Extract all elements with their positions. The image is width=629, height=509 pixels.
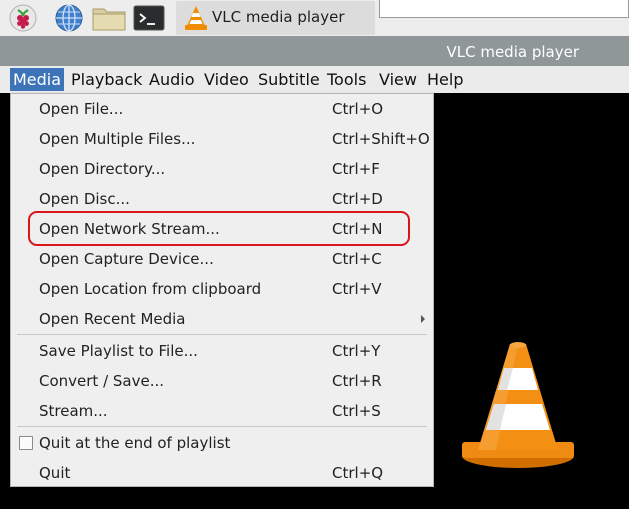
menu-item-label: Open Location from clipboard [39, 280, 262, 298]
taskbar: VLC media player [0, 0, 629, 36]
menu-item-label: Open Disc... [39, 190, 130, 208]
menu-item-open-location-from-clipboard[interactable]: Open Location from clipboard Ctrl+V [11, 274, 433, 304]
file-manager-folder-icon[interactable] [92, 4, 126, 32]
menu-item-label: Convert / Save... [39, 372, 165, 390]
menu-item-stream[interactable]: Stream... Ctrl+S [11, 396, 433, 426]
menu-item-label: Open Directory... [39, 160, 166, 178]
menu-separator [17, 334, 427, 335]
menu-item-open-file[interactable]: Open File... Ctrl+O [11, 94, 433, 124]
vlc-cone-logo-icon [462, 342, 574, 468]
menu-item-quit[interactable]: Quit Ctrl+Q [11, 458, 433, 488]
menu-item-shortcut: Ctrl+Shift+O [332, 130, 430, 148]
menu-help[interactable]: Help [424, 68, 466, 91]
menu-item-open-directory[interactable]: Open Directory... Ctrl+F [11, 154, 433, 184]
menu-media[interactable]: Media [10, 68, 65, 91]
window-title: VLC media player [446, 43, 579, 61]
menu-item-label: Open Capture Device... [39, 250, 214, 268]
menu-item-label: Stream... [39, 402, 108, 420]
web-browser-globe-icon[interactable] [55, 4, 83, 32]
menu-tools[interactable]: Tools [324, 68, 369, 91]
menu-item-open-recent-media[interactable]: Open Recent Media [11, 304, 433, 334]
menu-item-shortcut: Ctrl+R [332, 372, 382, 390]
menu-item-label: Open Recent Media [39, 310, 186, 328]
menu-item-label: Quit at the end of playlist [39, 434, 231, 452]
menu-item-label: Open Multiple Files... [39, 130, 196, 148]
menu-item-label: Save Playlist to File... [39, 342, 198, 360]
menu-item-open-disc[interactable]: Open Disc... Ctrl+D [11, 184, 433, 214]
menu-item-save-playlist[interactable]: Save Playlist to File... Ctrl+Y [11, 336, 433, 366]
submenu-arrow-icon [421, 315, 425, 323]
menu-separator [17, 426, 427, 427]
menu-view[interactable]: View [376, 68, 420, 91]
menu-item-shortcut: Ctrl+O [332, 100, 384, 118]
menu-item-shortcut: Ctrl+Q [332, 464, 384, 482]
menu-audio[interactable]: Audio [146, 68, 197, 91]
taskbar-tray-area [379, 0, 629, 18]
quit-at-end-checkbox[interactable] [19, 436, 33, 450]
menu-item-quit-at-end-of-playlist[interactable]: Quit at the end of playlist [11, 428, 433, 458]
menu-item-convert-save[interactable]: Convert / Save... Ctrl+R [11, 366, 433, 396]
highlight-annotation-ring [28, 211, 410, 246]
menu-item-open-multiple-files[interactable]: Open Multiple Files... Ctrl+Shift+O [11, 124, 433, 154]
taskbar-vlc-label: VLC media player [212, 8, 345, 26]
menu-playback[interactable]: Playback [68, 68, 145, 91]
menu-item-shortcut: Ctrl+S [332, 402, 381, 420]
menu-item-shortcut: Ctrl+F [332, 160, 380, 178]
menu-item-shortcut: Ctrl+C [332, 250, 382, 268]
menubar: Media Playback Audio Video Subtitle Tool… [0, 66, 629, 93]
raspberry-menu-icon[interactable] [9, 4, 37, 32]
menu-item-shortcut: Ctrl+V [332, 280, 382, 298]
window-titlebar[interactable]: VLC media player [0, 36, 629, 66]
menu-video[interactable]: Video [201, 68, 252, 91]
menu-item-label: Open File... [39, 100, 124, 118]
vlc-cone-icon [185, 6, 207, 30]
menu-item-label: Quit [39, 464, 71, 482]
terminal-icon[interactable] [133, 4, 165, 32]
menu-item-open-capture-device[interactable]: Open Capture Device... Ctrl+C [11, 244, 433, 274]
menu-item-shortcut: Ctrl+Y [332, 342, 381, 360]
menu-item-shortcut: Ctrl+D [332, 190, 383, 208]
media-dropdown-menu: Open File... Ctrl+O Open Multiple Files.… [10, 93, 434, 487]
menu-subtitle[interactable]: Subtitle [255, 68, 323, 91]
